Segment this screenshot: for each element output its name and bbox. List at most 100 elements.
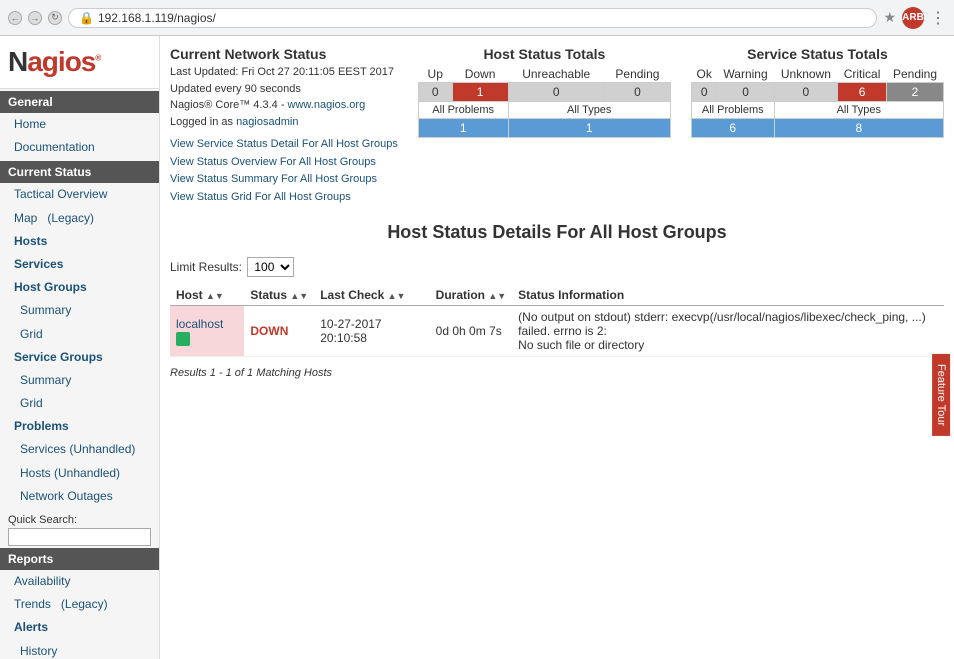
svc-header-critical: Critical xyxy=(838,66,887,83)
link-status-grid[interactable]: View Status Grid For All Host Groups xyxy=(170,189,398,207)
sidebar-item-documentation[interactable]: Documentation xyxy=(0,136,159,159)
limit-row: Limit Results: 100 50 25 200 xyxy=(170,257,944,277)
svc-header-pending: Pending xyxy=(887,66,944,83)
sidebar-item-host-groups-summary[interactable]: Summary xyxy=(0,299,159,322)
version-link[interactable]: www.nagios.org xyxy=(288,99,366,111)
sidebar-section-reports: Reports xyxy=(0,548,159,570)
reload-button[interactable]: ↻ xyxy=(48,11,62,25)
sidebar-item-hosts-unhandled[interactable]: Hosts (Unhandled) xyxy=(0,462,159,485)
status-sort-icon[interactable]: ▲▼ xyxy=(290,291,308,301)
svc-all-problems-label: All Problems xyxy=(691,102,774,119)
svc-all-problems-value[interactable]: 6 xyxy=(691,119,774,138)
address-bar[interactable]: 🔒 192.168.1.119/nagios/ xyxy=(68,8,877,28)
sidebar-item-tactical-overview[interactable]: Tactical Overview xyxy=(0,183,159,206)
sidebar-item-host-groups[interactable]: Host Groups xyxy=(0,276,159,299)
host-status-value: DOWN xyxy=(250,324,288,338)
host-sort-icon[interactable]: ▲▼ xyxy=(206,291,224,301)
host-all-types-value[interactable]: 1 xyxy=(508,119,670,138)
sidebar-item-home[interactable]: Home xyxy=(0,113,159,136)
svc-warning[interactable]: 0 xyxy=(717,83,774,102)
forward-button[interactable]: → xyxy=(28,11,42,25)
sidebar-section-general: General xyxy=(0,91,159,113)
limit-select[interactable]: 100 50 25 200 xyxy=(247,257,294,277)
last-updated-text: Last Updated: Fri Oct 27 20:11:05 EEST 2… xyxy=(170,66,394,78)
link-service-status-detail[interactable]: View Service Status Detail For All Host … xyxy=(170,136,398,154)
duration-sort-icon[interactable]: ▲▼ xyxy=(488,291,506,301)
host-status-header-pending: Pending xyxy=(604,66,670,83)
svc-unknown[interactable]: 0 xyxy=(774,83,838,102)
url-text: 192.168.1.119/nagios/ xyxy=(98,11,216,25)
logo-text: Nagios® xyxy=(8,46,100,77)
page-title: Host Status Details For All Host Groups xyxy=(170,222,944,243)
service-status-table: Ok Warning Unknown Critical Pending 0 0 … xyxy=(691,66,944,138)
browser-menu-icon[interactable]: ⋮ xyxy=(930,8,946,28)
sidebar-item-services-unhandled[interactable]: Services (Unhandled) xyxy=(0,438,159,461)
service-status-panel: Service Status Totals Ok Warning Unknown… xyxy=(691,46,944,138)
user-link[interactable]: nagiosadmin xyxy=(236,116,298,128)
quick-search-input[interactable] xyxy=(8,528,151,546)
last-check-cell: 10-27-2017 20:10:58 xyxy=(314,306,429,357)
svc-header-ok: Ok xyxy=(691,66,717,83)
host-status-header-up: Up xyxy=(418,66,452,83)
sidebar-item-alerts: Alerts xyxy=(0,616,159,639)
sidebar-item-services[interactable]: Services xyxy=(0,253,159,276)
back-button[interactable]: ← xyxy=(8,11,22,25)
host-all-problems-label: All Problems xyxy=(418,102,508,119)
network-status-info: Last Updated: Fri Oct 27 20:11:05 EEST 2… xyxy=(170,64,398,130)
sidebar-item-host-groups-grid[interactable]: Grid xyxy=(0,323,159,346)
main-content: Current Network Status Last Updated: Fri… xyxy=(160,36,954,659)
svc-critical[interactable]: 6 xyxy=(838,83,887,102)
results-table: Host ▲▼ Status ▲▼ Last Check ▲▼ Duration… xyxy=(170,285,944,357)
user-avatar[interactable]: ARB xyxy=(902,7,924,29)
svc-ok[interactable]: 0 xyxy=(691,83,717,102)
sidebar-item-service-groups-grid[interactable]: Grid xyxy=(0,392,159,415)
network-status-title: Current Network Status xyxy=(170,46,398,62)
sidebar-item-hosts[interactable]: Hosts xyxy=(0,230,159,253)
svc-all-types-label: All Types xyxy=(774,102,943,119)
svc-pending[interactable]: 2 xyxy=(887,83,944,102)
host-status-down[interactable]: 1 xyxy=(452,83,508,102)
host-status-up[interactable]: 0 xyxy=(418,83,452,102)
col-status: Status ▲▼ xyxy=(244,285,314,306)
host-status-pending[interactable]: 0 xyxy=(604,83,670,102)
status-header-row: Current Network Status Last Updated: Fri… xyxy=(170,46,944,206)
sidebar-item-map[interactable]: Map (Legacy) xyxy=(0,207,159,230)
svc-header-warning: Warning xyxy=(717,66,774,83)
logged-in-text: Logged in as nagiosadmin xyxy=(170,116,298,128)
link-status-summary[interactable]: View Status Summary For All Host Groups xyxy=(170,171,398,189)
network-status-links: View Service Status Detail For All Host … xyxy=(170,136,398,206)
host-status-table: Up Down Unreachable Pending 0 1 0 0 xyxy=(418,66,671,138)
results-count: Results 1 - 1 of 1 Matching Hosts xyxy=(170,367,944,379)
host-link[interactable]: localhost xyxy=(176,317,223,331)
sidebar-item-trends[interactable]: Trends (Legacy) xyxy=(0,593,159,616)
host-status-icon xyxy=(176,332,190,346)
network-status-panel: Current Network Status Last Updated: Fri… xyxy=(170,46,398,206)
host-status-header-down: Down xyxy=(452,66,508,83)
sidebar-item-availability[interactable]: Availability xyxy=(0,570,159,593)
link-status-overview[interactable]: View Status Overview For All Host Groups xyxy=(170,154,398,172)
sidebar-item-service-groups[interactable]: Service Groups xyxy=(0,346,159,369)
service-status-title: Service Status Totals xyxy=(691,46,944,62)
feature-tour-tab[interactable]: Feature Tour xyxy=(932,354,950,436)
sidebar-item-network-outages[interactable]: Network Outages xyxy=(0,485,159,508)
trademark: ® xyxy=(95,54,100,63)
host-name-cell: localhost xyxy=(170,306,244,357)
host-all-problems-value[interactable]: 1 xyxy=(418,119,508,138)
sidebar-item-service-groups-summary[interactable]: Summary xyxy=(0,369,159,392)
bookmark-icon[interactable]: ★ xyxy=(883,9,896,26)
host-status-panel: Host Status Totals Up Down Unreachable P… xyxy=(418,46,671,138)
host-status-header-unreachable: Unreachable xyxy=(508,66,604,83)
lastcheck-sort-icon[interactable]: ▲▼ xyxy=(388,291,406,301)
host-status-cell: DOWN xyxy=(244,306,314,357)
sidebar-section-current-status: Current Status xyxy=(0,161,159,183)
sidebar-item-alerts-history[interactable]: History xyxy=(0,640,159,659)
app-layout: Nagios® General Home Documentation Curre… xyxy=(0,36,954,659)
limit-label: Limit Results: xyxy=(170,260,242,274)
sidebar: Nagios® General Home Documentation Curre… xyxy=(0,36,160,659)
host-status-unreachable[interactable]: 0 xyxy=(508,83,604,102)
col-duration: Duration ▲▼ xyxy=(430,285,513,306)
duration-cell: 0d 0h 0m 7s xyxy=(430,306,513,357)
quick-search-label: Quick Search: xyxy=(0,508,159,528)
status-info-cell: (No output on stdout) stderr: execvp(/us… xyxy=(512,306,944,357)
svc-all-types-value[interactable]: 8 xyxy=(774,119,943,138)
